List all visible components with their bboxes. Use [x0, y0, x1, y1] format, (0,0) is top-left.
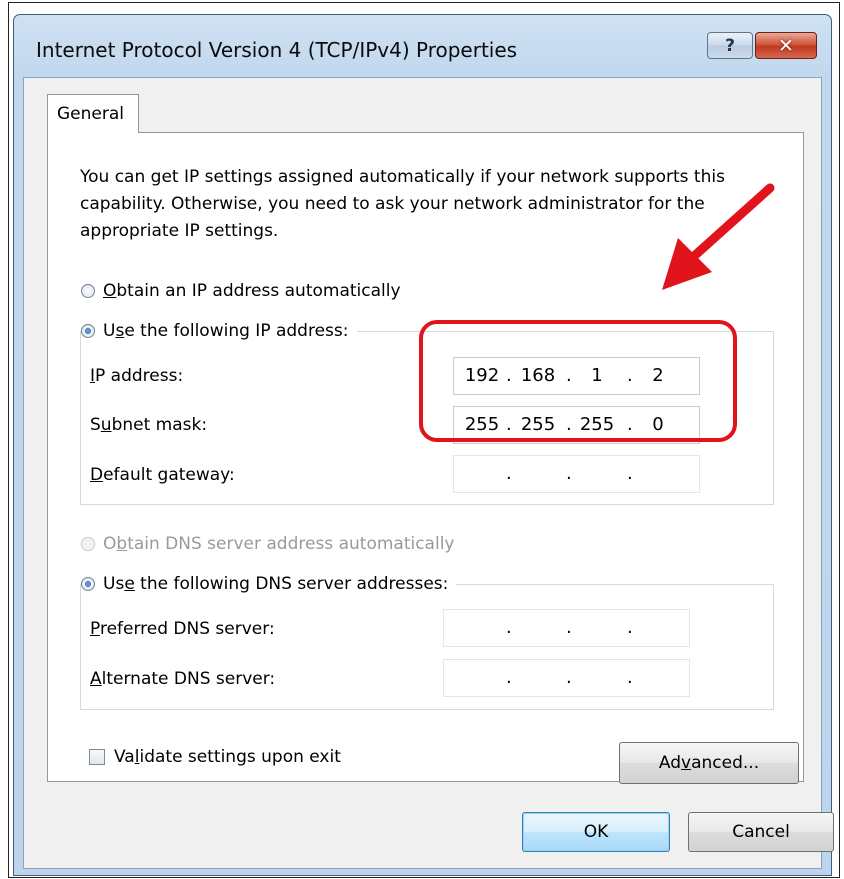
title-bar[interactable]: Internet Protocol Version 4 (TCP/IPv4) P… — [14, 15, 831, 77]
octet-separator: . — [506, 463, 512, 484]
ok-button-label: OK — [583, 822, 609, 842]
octet-separator: . — [566, 667, 572, 688]
radio-circle-checked[interactable] — [81, 324, 95, 338]
radio-circle-checked[interactable] — [81, 577, 95, 591]
checkbox-label: Validate settings upon exit — [114, 747, 341, 767]
radio-label: Use the following DNS server addresses: — [103, 574, 449, 594]
ok-button[interactable]: OK — [522, 812, 670, 852]
octet-separator: . — [566, 617, 572, 638]
ip-address-label: IP address: — [90, 366, 184, 386]
octet-separator: . — [566, 463, 572, 484]
default-gateway-label: Default gateway: — [90, 465, 235, 485]
octet-separator: . — [506, 667, 512, 688]
alternate-dns-label: Alternate DNS server: — [90, 669, 276, 689]
obtain-dns-automatically-radio[interactable]: Obtain DNS server address automatically — [81, 534, 454, 554]
advanced-button-label: Advanced... — [658, 753, 760, 773]
tab-general[interactable]: General — [47, 94, 139, 133]
radio-label: Obtain an IP address automatically — [103, 281, 401, 301]
octet-separator: . — [627, 463, 633, 484]
cancel-button-label: Cancel — [732, 822, 790, 842]
radio-label: Use the following IP address: — [103, 321, 349, 341]
annotation-arrow-icon — [662, 183, 775, 290]
obtain-ip-automatically-radio[interactable]: Obtain an IP address automatically — [81, 281, 401, 301]
checkbox-box[interactable] — [89, 749, 105, 765]
default-gateway-input[interactable]: . . . — [453, 455, 700, 493]
radio-circle[interactable] — [81, 284, 95, 298]
use-following-ip-radio[interactable]: Use the following IP address: — [81, 321, 357, 341]
ipv4-properties-dialog: Internet Protocol Version 4 (TCP/IPv4) P… — [13, 14, 834, 876]
preferred-dns-input[interactable]: . . . — [443, 609, 690, 647]
alternate-dns-input[interactable]: . . . — [443, 659, 690, 697]
octet-separator: . — [627, 617, 633, 638]
subnet-mask-label: Subnet mask: — [90, 415, 208, 435]
close-button[interactable]: ✕ — [755, 32, 817, 59]
dialog-title: Internet Protocol Version 4 (TCP/IPv4) P… — [36, 38, 518, 62]
help-icon: ? — [725, 35, 735, 56]
radio-circle-disabled[interactable] — [81, 537, 95, 551]
octet-separator: . — [506, 617, 512, 638]
tab-general-label: General — [57, 104, 124, 124]
octet-separator: . — [627, 667, 633, 688]
use-following-dns-radio[interactable]: Use the following DNS server addresses: — [81, 574, 457, 594]
preferred-dns-label: Preferred DNS server: — [90, 619, 275, 639]
validate-settings-checkbox[interactable]: Validate settings upon exit — [89, 747, 341, 767]
help-button[interactable]: ? — [707, 32, 753, 59]
cancel-button[interactable]: Cancel — [688, 812, 834, 852]
close-icon: ✕ — [778, 34, 794, 57]
advanced-button[interactable]: Advanced... — [619, 742, 799, 784]
annotation-highlight-box — [419, 320, 737, 442]
radio-label: Obtain DNS server address automatically — [103, 534, 455, 554]
